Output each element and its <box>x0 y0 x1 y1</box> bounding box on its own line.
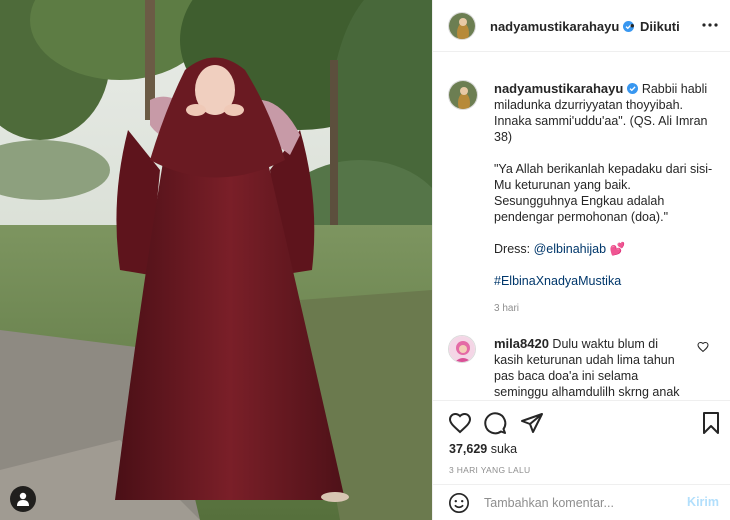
dress-emoji: 💕 <box>609 242 626 256</box>
post-side-panel: nadyamustikarahayu • Diikuti nadyamustik… <box>432 0 730 520</box>
instagram-post: nadyamustikarahayu • Diikuti nadyamustik… <box>0 0 730 520</box>
likes-count[interactable]: 37,629 suka <box>449 442 517 456</box>
caption-time[interactable]: 3 hari <box>494 301 714 317</box>
user-tag-button[interactable] <box>10 486 36 512</box>
comment-like-icon[interactable] <box>697 341 709 353</box>
following-button[interactable]: Diikuti <box>640 19 680 34</box>
post-actions: 37,629 suka 3 HARI YANG LALU <box>433 400 730 484</box>
post-photo[interactable] <box>0 0 432 520</box>
caption-translation: "Ya Allah berikanlah kepadaku dari sisi-… <box>494 162 713 224</box>
author-avatar[interactable] <box>448 12 476 40</box>
caption-dress-line: Dress: @elbinahijab 💕 <box>494 241 714 257</box>
commenter-username[interactable]: mila8420 <box>494 336 549 351</box>
post-header: nadyamustikarahayu • Diikuti <box>433 0 730 52</box>
post-timestamp[interactable]: 3 HARI YANG LALU <box>449 465 531 475</box>
verified-badge-icon <box>627 83 639 94</box>
post-caption: nadyamustikarahayu Rabbii habli miladunk… <box>494 81 714 333</box>
photo-illustration <box>0 0 432 520</box>
bookmark-icon[interactable] <box>699 411 723 435</box>
caption-username[interactable]: nadyamustikarahayu <box>494 81 639 96</box>
hashtag-link[interactable]: #ElbinaXnadyaMustika <box>494 274 621 288</box>
heart-icon[interactable] <box>448 411 472 435</box>
add-comment-bar: Kirim <box>433 484 730 520</box>
paper-plane-icon[interactable] <box>520 411 544 435</box>
dress-mention-link[interactable]: @elbinahijab <box>534 242 606 256</box>
comment-bubble-icon[interactable] <box>483 411 507 435</box>
comments-area[interactable]: nadyamustikarahayu Rabbii habli miladunk… <box>433 53 730 399</box>
header-separator: • <box>630 18 635 33</box>
post-comment-button[interactable]: Kirim <box>687 495 719 509</box>
comment-item: mila8420 Dulu waktu blum di kasih keturu… <box>494 336 684 399</box>
comment-input[interactable] <box>484 493 674 513</box>
user-tag-icon <box>17 492 29 506</box>
author-username[interactable]: nadyamustikarahayu <box>490 19 635 34</box>
commenter-avatar[interactable] <box>448 335 476 363</box>
more-options-icon[interactable] <box>701 16 719 34</box>
caption-author-avatar[interactable] <box>448 80 478 110</box>
dress-prefix: Dress: <box>494 242 534 256</box>
emoji-icon[interactable] <box>448 492 470 514</box>
